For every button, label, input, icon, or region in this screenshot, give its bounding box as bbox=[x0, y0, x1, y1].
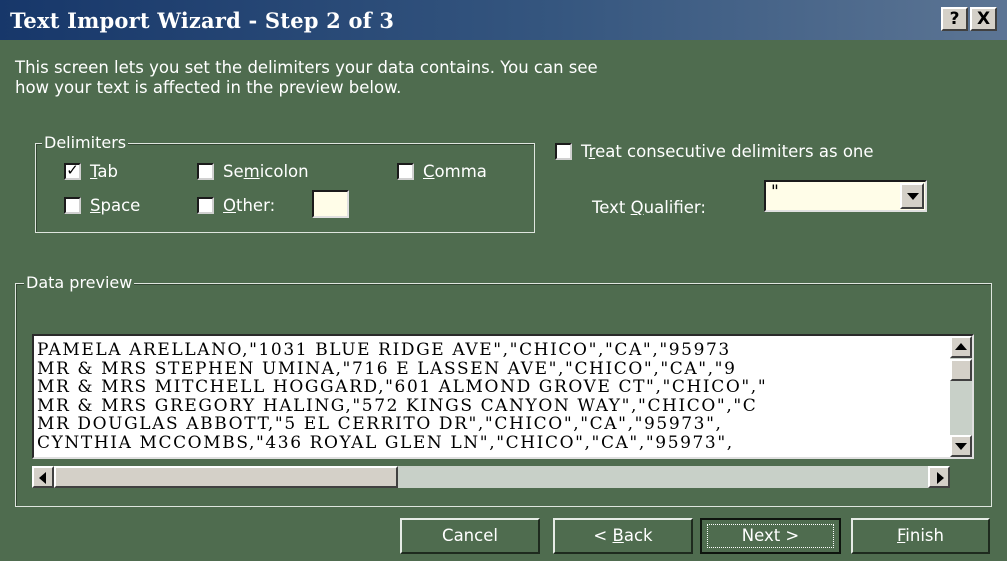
treat-consecutive-label: Treat consecutive delimiters as one bbox=[581, 142, 874, 161]
description-line-2: how your text is affected in the preview… bbox=[15, 78, 402, 97]
preview-line: MR & MRS MITCHELL HOGGARD,"601 ALMOND GR… bbox=[37, 377, 768, 397]
preview-line: CYNTHIA MCCOMBS,"436 ROYAL GLEN LN","CHI… bbox=[37, 432, 734, 452]
arrow-up-icon bbox=[955, 343, 967, 350]
vertical-scrollbar[interactable] bbox=[950, 336, 972, 457]
data-preview-group-label: Data preview bbox=[24, 273, 135, 293]
other-checkbox[interactable]: Other: bbox=[197, 196, 275, 215]
arrow-left-icon bbox=[39, 472, 46, 484]
finish-button[interactable]: Finish bbox=[851, 518, 990, 554]
space-checkbox-box[interactable] bbox=[64, 197, 81, 214]
next-button[interactable]: Next > bbox=[700, 518, 841, 554]
preview-line: MR & MRS STEPHEN UMINA,"716 E LASSEN AVE… bbox=[37, 358, 737, 379]
comma-checkbox-label: Comma bbox=[423, 162, 487, 181]
tab-checkbox-box[interactable]: ✓ bbox=[64, 163, 81, 180]
close-button[interactable]: X bbox=[970, 7, 997, 31]
preview-line: MR & MRS GREGORY HALING,"572 KINGS CANYO… bbox=[37, 395, 758, 416]
semicolon-checkbox-box[interactable] bbox=[197, 163, 214, 180]
tab-checkbox[interactable]: ✓ Tab bbox=[64, 162, 118, 181]
treat-consecutive-checkbox[interactable]: Treat consecutive delimiters as one bbox=[555, 142, 874, 161]
space-checkbox[interactable]: Space bbox=[64, 196, 140, 215]
title-bar: Text Import Wizard - Step 2 of 3 ? X bbox=[0, 0, 1007, 40]
text-qualifier-label: Text Qualifier: bbox=[592, 198, 706, 217]
other-checkbox-box[interactable] bbox=[197, 197, 214, 214]
semicolon-checkbox-label: Semicolon bbox=[223, 162, 309, 181]
tab-checkbox-label: Tab bbox=[90, 162, 118, 181]
arrow-right-icon bbox=[937, 472, 944, 484]
arrow-down-icon bbox=[955, 443, 967, 450]
description-text: This screen lets you set the delimiters … bbox=[15, 58, 775, 98]
semicolon-checkbox[interactable]: Semicolon bbox=[197, 162, 309, 181]
dropdown-button[interactable] bbox=[900, 183, 924, 209]
text-qualifier-value: " bbox=[771, 182, 779, 202]
scroll-left-button[interactable] bbox=[32, 466, 54, 488]
scroll-down-button[interactable] bbox=[950, 435, 972, 457]
focus-rect bbox=[707, 524, 834, 548]
vertical-scroll-thumb[interactable] bbox=[950, 359, 972, 381]
window-title: Text Import Wizard - Step 2 of 3 bbox=[10, 8, 395, 33]
preview-line: MR DOUGLAS ABBOTT,"5 EL CERRITO DR","CHI… bbox=[37, 414, 723, 434]
preview-lines: PAMELA ARELLANO,"1031 BLUE RIDGE AVE","C… bbox=[37, 341, 952, 452]
help-button[interactable]: ? bbox=[941, 7, 968, 31]
data-preview-area[interactable]: PAMELA ARELLANO,"1031 BLUE RIDGE AVE","C… bbox=[32, 334, 974, 459]
comma-checkbox-box[interactable] bbox=[397, 163, 414, 180]
scroll-up-button[interactable] bbox=[950, 336, 972, 358]
preview-line: PAMELA ARELLANO,"1031 BLUE RIDGE AVE","C… bbox=[37, 341, 731, 360]
other-delimiter-input[interactable] bbox=[312, 190, 349, 218]
horizontal-scroll-thumb[interactable] bbox=[54, 466, 398, 488]
checkmark-icon: ✓ bbox=[66, 161, 79, 179]
horizontal-scrollbar[interactable] bbox=[32, 466, 950, 488]
other-checkbox-label: Other: bbox=[223, 196, 276, 215]
comma-checkbox[interactable]: Comma bbox=[397, 162, 487, 181]
text-import-wizard-dialog: Text Import Wizard - Step 2 of 3 ? X Thi… bbox=[0, 0, 1007, 561]
text-qualifier-select[interactable]: " bbox=[764, 180, 927, 212]
delimiters-group: Delimiters bbox=[35, 133, 535, 233]
treat-consecutive-checkbox-box[interactable] bbox=[555, 143, 572, 160]
cancel-button[interactable]: Cancel bbox=[400, 518, 540, 554]
description-line-1: This screen lets you set the delimiters … bbox=[15, 58, 598, 77]
back-button[interactable]: < Back bbox=[553, 518, 693, 554]
space-checkbox-label: Space bbox=[90, 196, 141, 215]
chevron-down-icon bbox=[907, 193, 919, 200]
delimiters-group-label: Delimiters bbox=[42, 133, 129, 153]
scroll-right-button[interactable] bbox=[928, 466, 950, 488]
